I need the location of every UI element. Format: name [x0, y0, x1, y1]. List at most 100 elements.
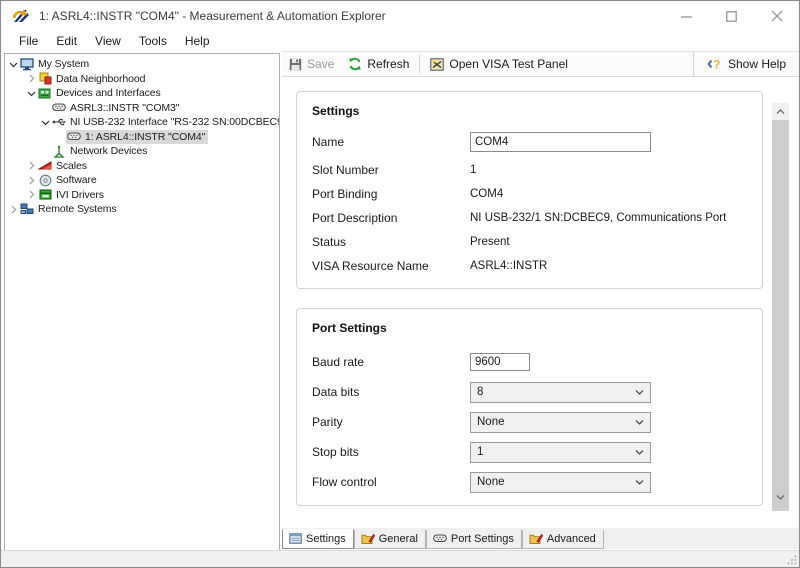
slot-number-label: Slot Number	[312, 163, 470, 177]
minimize-button[interactable]	[664, 1, 709, 31]
menu-file[interactable]: File	[10, 32, 47, 51]
tree-item-asrl3[interactable]: ASRL3::INSTR "COM3"	[5, 101, 279, 116]
tree-item-my-system[interactable]: My System	[5, 57, 279, 72]
resize-grip[interactable]	[787, 555, 797, 565]
stop-bits-dropdown[interactable]: 1	[470, 442, 651, 463]
refresh-icon	[348, 57, 362, 71]
tab-settings-label: Settings	[306, 533, 346, 545]
save-button-label: Save	[307, 57, 334, 71]
parity-dropdown[interactable]: None	[470, 412, 651, 433]
tree-item-network-devices[interactable]: Network Devices	[5, 144, 279, 159]
scroll-down-button[interactable]	[772, 488, 789, 505]
scrollbar-thumb[interactable]	[772, 120, 789, 511]
tree-item-software[interactable]: Software	[5, 173, 279, 188]
menu-bar: File Edit View Tools Help	[1, 31, 799, 52]
stop-bits-value: 1	[477, 446, 483, 458]
tree-item-ivi-drivers[interactable]: IVI Drivers	[5, 188, 279, 203]
svg-text:?: ?	[713, 58, 720, 72]
chevron-right-icon[interactable]	[25, 174, 38, 187]
data-bits-dropdown[interactable]: 8	[470, 382, 651, 403]
main-panel: Settings Name Slot Number 1 Port Binding…	[282, 77, 799, 527]
help-band: ? Show Help	[693, 52, 799, 76]
status-label: Status	[312, 235, 470, 249]
close-button[interactable]	[754, 1, 799, 31]
maximize-icon	[726, 11, 737, 22]
bottom-tab-bar: Settings General Port Settings Advanced	[282, 527, 799, 549]
folder-edit-icon	[361, 533, 375, 545]
flow-control-value: None	[477, 476, 505, 488]
refresh-button[interactable]: Refresh	[341, 54, 416, 74]
name-input[interactable]	[470, 132, 651, 152]
visa-resource-name-row: VISA Resource Name ASRL4::INSTR	[312, 254, 752, 278]
data-bits-row: Data bits 8	[312, 377, 752, 407]
tab-advanced-label: Advanced	[547, 533, 596, 545]
tree-item-label: Data Neighborhood	[56, 73, 145, 85]
tree-item-label: Network Devices	[70, 145, 147, 157]
devices-icon	[38, 87, 52, 100]
menu-tools[interactable]: Tools	[130, 32, 176, 51]
tree-item-data-neighborhood[interactable]: Data Neighborhood	[5, 72, 279, 87]
tree-item-remote-systems[interactable]: Remote Systems	[5, 202, 279, 217]
scales-icon	[38, 159, 52, 172]
tab-advanced[interactable]: Advanced	[522, 530, 604, 549]
tree-item-label: Devices and Interfaces	[56, 87, 161, 99]
slot-number-row: Slot Number 1	[312, 158, 752, 182]
maximize-button[interactable]	[709, 1, 754, 31]
computer-icon	[20, 58, 34, 71]
tree-item-label: Remote Systems	[38, 203, 117, 215]
serial-port-icon	[52, 101, 66, 114]
max-app-icon	[11, 7, 30, 26]
tab-settings[interactable]: Settings	[282, 529, 354, 549]
folder-edit-icon	[529, 533, 543, 545]
chevron-right-icon[interactable]	[7, 203, 20, 216]
visa-resource-name-value: ASRL4::INSTR	[470, 260, 547, 272]
vertical-scrollbar[interactable]	[772, 103, 789, 505]
open-visa-test-panel-label: Open VISA Test Panel	[449, 57, 568, 71]
chevron-right-icon[interactable]	[25, 72, 38, 85]
port-settings-group-title: Port Settings	[297, 309, 762, 335]
tree-item-devices-and-interfaces[interactable]: Devices and Interfaces	[5, 86, 279, 101]
port-settings-groupbox: Port Settings Baud rate Data bits 8 Pari…	[296, 308, 763, 506]
data-bits-value: 8	[477, 386, 483, 398]
settings-groupbox: Settings Name Slot Number 1 Port Binding…	[296, 91, 763, 289]
chevron-down-icon	[776, 494, 785, 500]
menu-help[interactable]: Help	[176, 32, 219, 51]
minimize-icon	[681, 11, 692, 22]
parity-row: Parity None	[312, 407, 752, 437]
chevron-down-icon[interactable]	[39, 116, 52, 129]
tree-item-label: 1: ASRL4::INSTR "COM4"	[85, 131, 205, 143]
tree-item-asrl4-selected[interactable]: 1: ASRL4::INSTR "COM4"	[5, 130, 279, 145]
show-help-button[interactable]: ? Show Help	[700, 54, 793, 74]
baud-rate-input[interactable]	[470, 353, 530, 371]
title-bar: 1: ASRL4::INSTR "COM4" - Measurement & A…	[1, 1, 799, 31]
settings-group-title: Settings	[297, 92, 762, 118]
menu-view[interactable]: View	[86, 32, 130, 51]
tree-item-label: IVI Drivers	[56, 189, 104, 201]
tree-item-label: My System	[38, 58, 89, 70]
chevron-down-icon[interactable]	[25, 87, 38, 100]
chevron-down-icon	[635, 479, 644, 486]
flow-control-label: Flow control	[312, 475, 470, 489]
flow-control-row: Flow control None	[312, 467, 752, 497]
tree-item-usb-232-interface[interactable]: NI USB-232 Interface "RS-232 SN:00DCBEC9…	[5, 115, 279, 130]
save-button[interactable]: Save	[282, 54, 341, 74]
tab-port-settings[interactable]: Port Settings	[426, 530, 522, 549]
tree-item-label: NI USB-232 Interface "RS-232 SN:00DCBEC9…	[70, 116, 279, 128]
chevron-right-icon[interactable]	[25, 188, 38, 201]
tab-general[interactable]: General	[354, 530, 426, 549]
port-binding-label: Port Binding	[312, 187, 470, 201]
selected-tree-row[interactable]: 1: ASRL4::INSTR "COM4"	[66, 130, 208, 145]
usb-icon	[52, 116, 66, 129]
tab-port-settings-label: Port Settings	[451, 533, 514, 545]
menu-edit[interactable]: Edit	[47, 32, 86, 51]
flow-control-dropdown[interactable]: None	[470, 472, 651, 493]
open-visa-test-panel-button[interactable]: Open VISA Test Panel	[423, 54, 575, 74]
tree-item-scales[interactable]: Scales	[5, 159, 279, 174]
serial-port-icon	[433, 534, 447, 543]
chevron-down-icon[interactable]	[7, 58, 20, 71]
stop-bits-row: Stop bits 1	[312, 437, 752, 467]
chevron-right-icon[interactable]	[25, 159, 38, 172]
data-bits-label: Data bits	[312, 385, 470, 399]
status-bar	[1, 550, 799, 567]
scroll-up-button[interactable]	[772, 103, 789, 120]
